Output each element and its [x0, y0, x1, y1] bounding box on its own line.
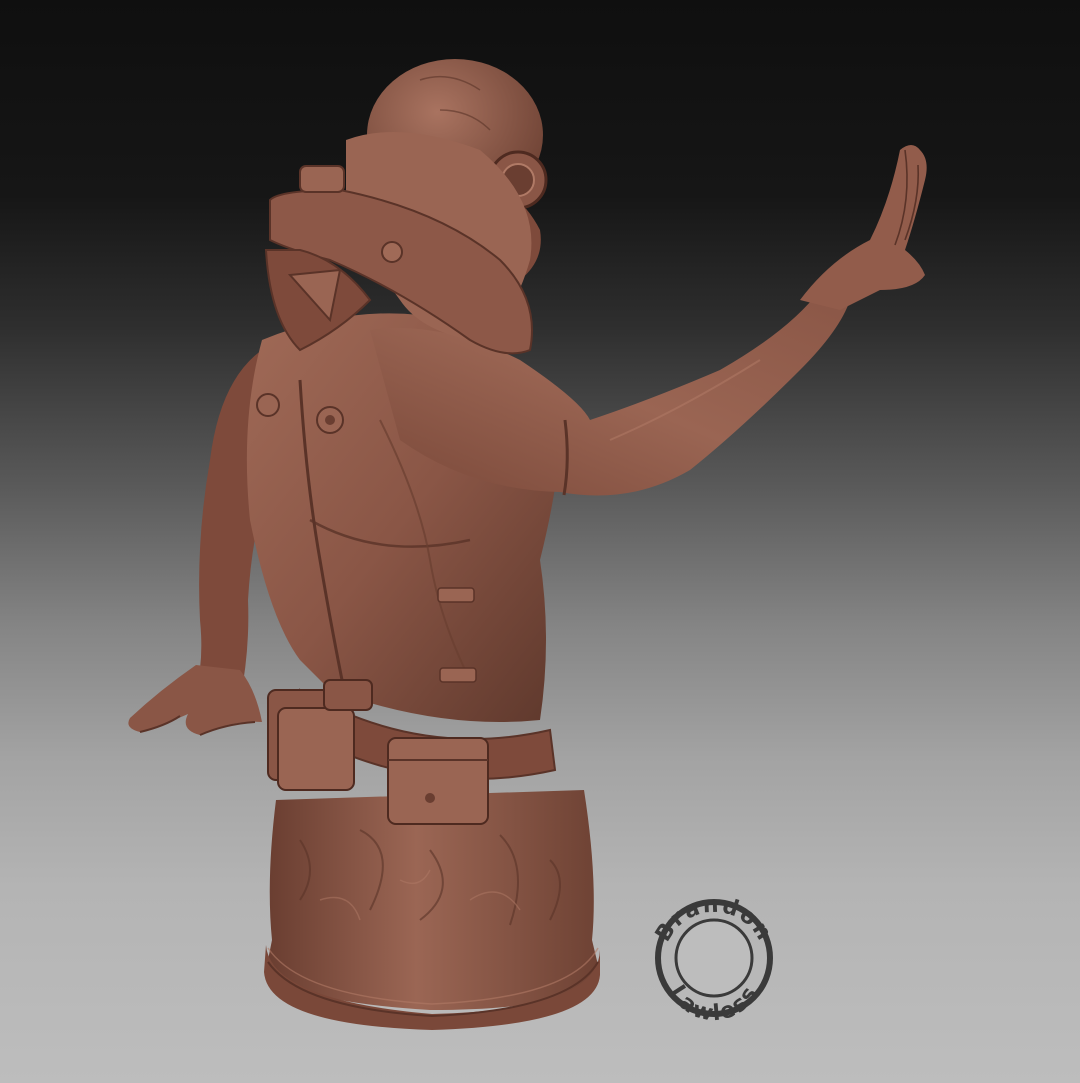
render-viewport: Brandon Lawless	[0, 0, 1080, 1083]
svg-text:Lawless: Lawless	[664, 981, 764, 1027]
watermark-line1: Brandon	[651, 893, 775, 946]
svg-text:Brandon: Brandon	[651, 893, 777, 946]
watermark-line2: Lawless	[664, 981, 762, 1027]
watermark-text-layer: Brandon Lawless	[651, 893, 777, 1027]
